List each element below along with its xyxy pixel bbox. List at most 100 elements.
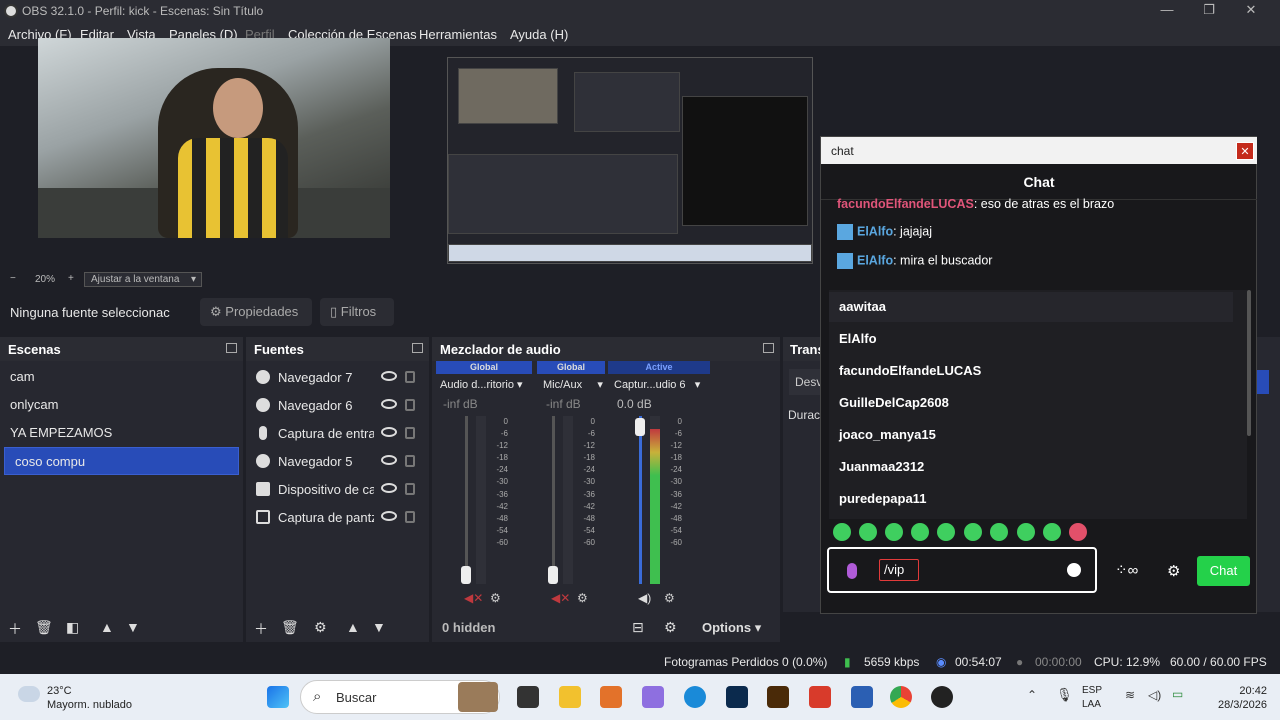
edge-icon[interactable] (684, 686, 706, 708)
emoji-icon[interactable] (1067, 563, 1081, 577)
emote-icon[interactable] (1017, 523, 1035, 541)
wifi-icon[interactable]: ≋ (1125, 688, 1135, 702)
hidden-count[interactable]: 0 hidden (442, 620, 495, 635)
weather-widget[interactable]: 23°C Mayorm. nublado (47, 684, 132, 712)
emote-icon[interactable] (1069, 523, 1087, 541)
mixer-channel-name[interactable]: Captur...udio 6 ▾ (614, 378, 700, 391)
properties-button[interactable]: ⚙ Propiedades (200, 298, 312, 326)
emote-icon[interactable] (964, 523, 982, 541)
source-item[interactable]: Dispositivo de ca (246, 475, 429, 503)
volume-fader-knob[interactable] (635, 418, 645, 436)
autocomplete-item[interactable]: Juanmaa2312 (839, 459, 924, 474)
scene-item-selected[interactable]: coso compu (4, 447, 239, 475)
move-down-button[interactable]: ▼ (126, 619, 140, 635)
mixer-channel-name[interactable]: Mic/Aux ▾ (543, 378, 603, 391)
chat-close-button[interactable]: ✕ (1236, 142, 1254, 160)
undock-icon[interactable] (226, 343, 237, 353)
lock-icon[interactable] (405, 427, 415, 439)
illustrator-icon[interactable] (767, 686, 789, 708)
source-item[interactable]: Navegador 6 (246, 391, 429, 419)
move-down-button[interactable]: ▼ (372, 619, 386, 635)
office-icon[interactable] (600, 686, 622, 708)
volume-fader-track[interactable] (465, 416, 468, 584)
autocomplete-item[interactable]: ElAlfo (839, 331, 877, 346)
zoom-out-button[interactable]: − (10, 273, 16, 284)
volume-fader-knob[interactable] (548, 566, 558, 584)
eye-icon[interactable] (381, 483, 397, 493)
close-button[interactable]: ✕ (1236, 2, 1266, 18)
copilot-icon[interactable] (642, 686, 664, 708)
source-item[interactable]: Captura de pantz (246, 503, 429, 531)
volume-fader-track[interactable] (639, 416, 642, 584)
emote-icon[interactable] (1043, 523, 1061, 541)
emote-icon[interactable] (885, 523, 903, 541)
add-scene-button[interactable]: ＋ (8, 619, 22, 639)
microphone-icon[interactable] (847, 563, 857, 579)
chat-input[interactable]: /vip (827, 547, 1097, 593)
obs-taskbar-icon[interactable] (931, 686, 953, 708)
mixer-options-button[interactable]: Options ▾ (702, 620, 761, 636)
menu-herramientas[interactable]: Herramientas (419, 27, 497, 42)
mute-icon[interactable]: ◀✕ (464, 591, 483, 605)
eye-icon[interactable] (381, 371, 397, 381)
remove-scene-button[interactable]: 🗑 (35, 619, 53, 636)
scene-item[interactable]: YA EMPEZAMOS (0, 419, 243, 447)
battery-icon[interactable]: ▭ (1172, 687, 1183, 701)
start-icon[interactable] (267, 686, 289, 708)
autocomplete-item[interactable]: aawitaa (829, 292, 1233, 322)
eye-icon[interactable] (381, 455, 397, 465)
lock-icon[interactable] (405, 483, 415, 495)
add-source-button[interactable]: ＋ (254, 619, 268, 639)
autocomplete-item[interactable]: joaco_manya15 (839, 427, 936, 442)
channel-settings-icon[interactable]: ⚙ (577, 591, 588, 605)
emote-icon[interactable] (937, 523, 955, 541)
undock-icon[interactable] (412, 343, 423, 353)
mixer-layout-button[interactable]: ⊟ (632, 619, 644, 636)
lock-icon[interactable] (405, 455, 415, 467)
autocomplete-item[interactable]: GuilleDelCap2608 (839, 395, 949, 410)
eye-icon[interactable] (381, 511, 397, 521)
language-indicator[interactable]: ESP LAA (1082, 684, 1102, 712)
filters-button[interactable]: ▯ Filtros (320, 298, 394, 326)
emote-icon[interactable] (990, 523, 1008, 541)
undock-icon[interactable] (763, 343, 774, 353)
zoom-fit-select[interactable]: Ajustar a la ventana ▾ (84, 272, 202, 287)
volume-icon[interactable]: ◁) (1148, 688, 1161, 702)
app-icon[interactable] (809, 686, 831, 708)
mic-tray-icon[interactable]: 🎙 (1056, 687, 1073, 703)
channel-settings-icon[interactable]: ⚙ (490, 591, 501, 605)
chat-input-value[interactable]: /vip (879, 559, 919, 581)
source-item[interactable]: Captura de entra (246, 419, 429, 447)
clock[interactable]: 20:42 28/3/2026 (1218, 684, 1267, 712)
channel-points-icon[interactable]: ⁘∞ (1115, 561, 1138, 579)
source-settings-button[interactable]: ⚙ (314, 619, 327, 636)
channel-settings-icon[interactable]: ⚙ (664, 591, 675, 605)
volume-fader-track[interactable] (552, 416, 555, 584)
source-item[interactable]: Navegador 7 (246, 363, 429, 391)
source-item[interactable]: Navegador 5 (246, 447, 429, 475)
autocomplete-item[interactable]: facundoElfandeLUCAS (839, 363, 981, 378)
chat-send-button[interactable]: Chat (1197, 556, 1250, 586)
move-up-button[interactable]: ▲ (100, 619, 114, 635)
eye-icon[interactable] (381, 427, 397, 437)
mixer-channel-name[interactable]: Audio d...ritorio ▾ (440, 378, 523, 391)
eye-icon[interactable] (381, 399, 397, 409)
lock-icon[interactable] (405, 511, 415, 523)
mixer-settings-button[interactable]: ⚙ (664, 619, 677, 636)
chrome-icon[interactable] (890, 686, 912, 708)
emote-icon[interactable] (833, 523, 851, 541)
emote-icon[interactable] (859, 523, 877, 541)
autocomplete-item[interactable]: puredepapa11 (839, 491, 926, 506)
volume-fader-knob[interactable] (461, 566, 471, 584)
task-view-icon[interactable] (517, 686, 539, 708)
lock-icon[interactable] (405, 399, 415, 411)
chat-settings-icon[interactable]: ⚙ (1167, 562, 1180, 580)
tray-expand-icon[interactable]: ⌃ (1027, 688, 1037, 702)
scene-filters-button[interactable]: ◧ (66, 619, 79, 636)
emote-icon[interactable] (911, 523, 929, 541)
remove-source-button[interactable]: 🗑 (281, 619, 299, 636)
scene-item[interactable]: onlycam (0, 391, 243, 419)
scene-item[interactable]: cam (0, 363, 243, 391)
move-up-button[interactable]: ▲ (346, 619, 360, 635)
file-explorer-icon[interactable] (559, 686, 581, 708)
